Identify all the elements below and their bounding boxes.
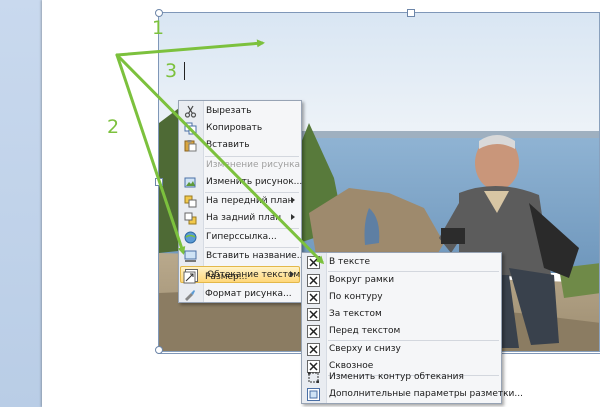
annotation-arrow-2b: [115, 53, 325, 265]
annotation-arrows: [115, 39, 325, 265]
annotation-arrow-2a: [115, 53, 186, 255]
annotation-arrow-1: [115, 39, 265, 57]
